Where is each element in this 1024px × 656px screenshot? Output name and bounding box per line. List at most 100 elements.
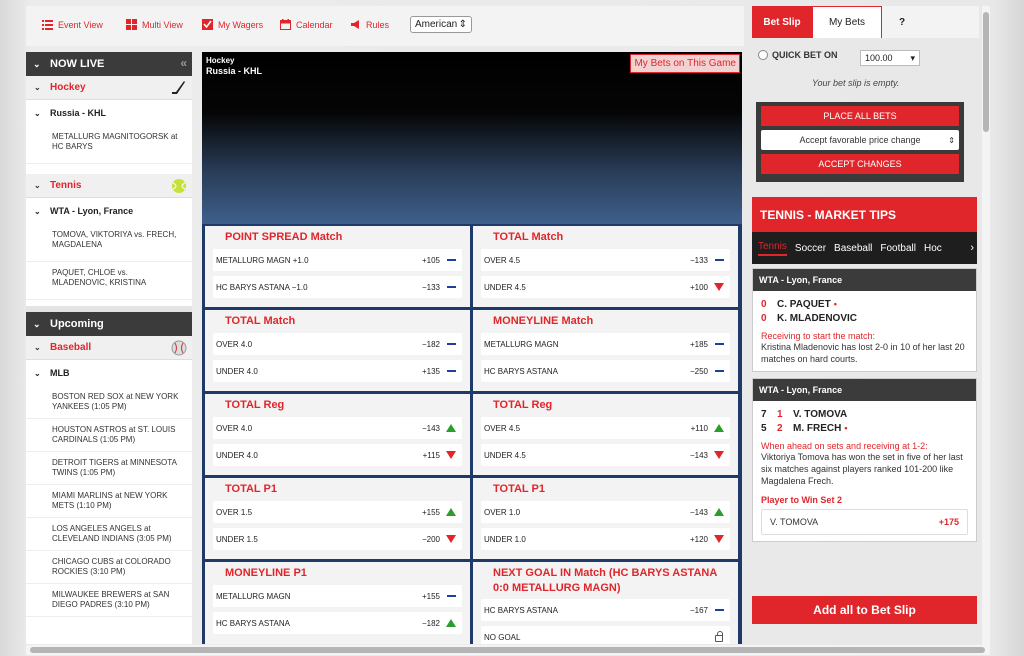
odds-row[interactable]: OVER 4.5 +110: [481, 417, 730, 439]
odds-row[interactable]: UNDER 4.0 +135: [213, 360, 462, 382]
price-change-select[interactable]: Accept favorable price change ⇕: [761, 130, 959, 150]
wager-name: V. TOMOVA: [770, 517, 819, 527]
sidebar-sport-baseball[interactable]: ⌄ Baseball: [26, 336, 192, 360]
odds-row[interactable]: UNDER 1.0 +120: [481, 528, 730, 550]
sidebar-event[interactable]: METALLURG MAGNITOGORSK at HC BARYS: [26, 126, 192, 164]
tip-card: WTA - Lyon, France 0 C. PAQUET • 0 K. ML…: [752, 268, 977, 372]
tab-bet-slip[interactable]: Bet Slip: [752, 6, 812, 38]
odds-row[interactable]: UNDER 4.0 +115: [213, 444, 462, 466]
upcoming-header[interactable]: ⌄ Upcoming: [26, 312, 192, 336]
place-all-bets-button[interactable]: PLACE ALL BETS: [761, 106, 959, 126]
odds-row[interactable]: HC BARYS ASTANA −182: [213, 612, 462, 634]
sidebar-sport-hockey[interactable]: ⌄ Hockey: [26, 76, 192, 100]
selection-label: UNDER 4.5: [484, 282, 526, 292]
tips-tab-tennis[interactable]: Tennis: [758, 241, 787, 256]
player-sets: 7: [761, 408, 767, 420]
league-label: Russia - KHL: [50, 108, 107, 118]
odds-row[interactable]: UNDER 4.5 −143: [481, 444, 730, 466]
nav-my-wagers-label: My Wagers: [218, 19, 264, 30]
tip-title: Receiving to start the match:: [761, 331, 876, 341]
price-down-arrow-icon: [714, 535, 724, 543]
odds-row[interactable]: METALLURG MAGN +155: [213, 585, 462, 607]
odds-row[interactable]: OVER 4.5 −133: [481, 249, 730, 271]
sidebar-event[interactable]: MIAMI MARLINS at NEW YORK METS (1:10 PM): [26, 485, 192, 518]
tips-tab-soccer[interactable]: Soccer: [795, 243, 826, 254]
sidebar-event[interactable]: DETROIT TIGERS at MINNESOTA TWINS (1:05 …: [26, 452, 192, 485]
odds-price: +115: [422, 450, 440, 460]
quick-bet-label: QUICK BET ON: [772, 50, 838, 60]
odds-row[interactable]: OVER 4.0 −143: [213, 417, 462, 439]
player-sets: 5: [761, 422, 767, 434]
sidebar-event[interactable]: LOS ANGELES ANGELS at CLEVELAND INDIANS …: [26, 518, 192, 551]
sidebar-event[interactable]: BOSTON RED SOX at NEW YORK YANKEES (1:05…: [26, 386, 192, 419]
sidebar-event[interactable]: HOUSTON ASTROS at ST. LOUIS CARDINALS (1…: [26, 419, 192, 452]
quick-bet-amount-select[interactable]: 100.00 ▾: [860, 50, 920, 66]
odds-format-select[interactable]: American ⇕: [410, 16, 472, 33]
market-card: POINT SPREAD Match METALLURG MAGN +1.0 +10…: [205, 226, 470, 307]
scrollbar-thumb[interactable]: [983, 12, 989, 132]
sport-label: Tennis: [50, 180, 82, 191]
odds-row[interactable]: METALLURG MAGN +1.0 +105: [213, 249, 462, 271]
odds-row[interactable]: UNDER 1.5 −200: [213, 528, 462, 550]
markets-grid: POINT SPREAD Match METALLURG MAGN +1.0 +10…: [202, 224, 742, 644]
odds-row[interactable]: HC BARYS ASTANA −167: [481, 599, 730, 621]
chevron-right-icon[interactable]: ›: [970, 242, 974, 254]
sidebar-league-wta[interactable]: ⌄ WTA - Lyon, France: [26, 198, 192, 224]
nav-calendar[interactable]: Calendar: [280, 19, 333, 30]
live-stage: Hockey Russia - KHL My Bets on This Game: [202, 52, 742, 224]
nav-multi-view[interactable]: Multi View: [126, 19, 183, 30]
price-down-arrow-icon: [714, 451, 724, 459]
odds-row[interactable]: METALLURG MAGN +185: [481, 333, 730, 355]
my-bets-on-game-button[interactable]: My Bets on This Game: [630, 54, 740, 73]
nav-event-view[interactable]: Event View: [42, 19, 103, 30]
tab-my-bets[interactable]: My Bets: [812, 6, 882, 38]
sidebar-event[interactable]: MILWAUKEE BREWERS at SAN DIEGO PADRES (3…: [26, 584, 192, 617]
odds-row[interactable]: UNDER 4.5 +100: [481, 276, 730, 298]
selection-label: UNDER 4.0: [216, 366, 258, 376]
accept-changes-button[interactable]: ACCEPT CHANGES: [761, 154, 959, 174]
horizontal-scrollbar[interactable]: [26, 645, 990, 655]
tips-tab-hockey[interactable]: Hoc: [924, 243, 942, 254]
odds-row[interactable]: HC BARYS ASTANA −250: [481, 360, 730, 382]
odds-row[interactable]: OVER 4.0 −182: [213, 333, 462, 355]
nav-rules[interactable]: Rules: [350, 19, 389, 30]
selection-label: UNDER 1.5: [216, 534, 258, 544]
selection-label: METALLURG MAGN: [216, 591, 291, 601]
odds-row[interactable]: HC BARYS ASTANA −1.0 −133: [213, 276, 462, 298]
vertical-scrollbar[interactable]: [982, 6, 990, 646]
tips-tab-football[interactable]: Football: [880, 243, 916, 254]
add-all-to-bet-slip-button[interactable]: Add all to Bet Slip: [752, 596, 977, 624]
help-button[interactable]: ?: [882, 6, 922, 38]
odds-row[interactable]: OVER 1.5 +155: [213, 501, 462, 523]
collapse-icon[interactable]: «: [180, 56, 187, 70]
trend-mark: [714, 535, 724, 543]
sidebar-league-mlb[interactable]: ⌄ MLB: [26, 360, 192, 386]
sidebar-event[interactable]: TOMOVA, VIKTORIYA vs. FRECH, MAGDALENA: [26, 224, 192, 262]
betslip-column: Bet Slip My Bets ? QUICK BET ON 100.00 ▾…: [752, 6, 979, 646]
now-live-label: NOW LIVE: [50, 58, 105, 70]
player-games: 0: [761, 312, 767, 324]
selection-label: OVER 4.0: [216, 339, 253, 349]
selection-label: METALLURG MAGN: [484, 339, 559, 349]
odds-row[interactable]: NO GOAL: [481, 626, 730, 644]
sidebar-sport-tennis[interactable]: ⌄ Tennis: [26, 174, 192, 198]
upcoming-label: Upcoming: [50, 318, 104, 330]
now-live-header[interactable]: ⌄ NOW LIVE «: [26, 52, 192, 76]
selection-label: OVER 4.5: [484, 255, 521, 265]
scrollbar-thumb[interactable]: [30, 647, 985, 653]
select-arrows-icon: ⇕: [948, 135, 955, 145]
player-name: K. MLADENOVIC: [777, 312, 857, 324]
quick-bet-checkbox[interactable]: [758, 50, 768, 60]
quick-bet-amount-value: 100.00: [865, 53, 893, 63]
sidebar-event[interactable]: CHICAGO CUBS at COLORADO ROCKIES (3:10 P…: [26, 551, 192, 584]
quick-bet-toggle[interactable]: QUICK BET ON: [758, 50, 838, 60]
sidebar-league-khl[interactable]: ⌄ Russia - KHL: [26, 100, 192, 126]
sidebar-event[interactable]: PAQUET, CHLOE vs. MLADENOVIC, KRISTINA: [26, 262, 192, 300]
odds-row[interactable]: OVER 1.0 −143: [481, 501, 730, 523]
odds-price: −200: [421, 534, 440, 544]
tips-tab-baseball[interactable]: Baseball: [834, 243, 872, 254]
trend-mark: [446, 343, 456, 345]
baseball-icon: [171, 340, 187, 356]
nav-my-wagers[interactable]: My Wagers: [202, 19, 263, 30]
wager-option[interactable]: V. TOMOVA +175: [761, 509, 968, 535]
